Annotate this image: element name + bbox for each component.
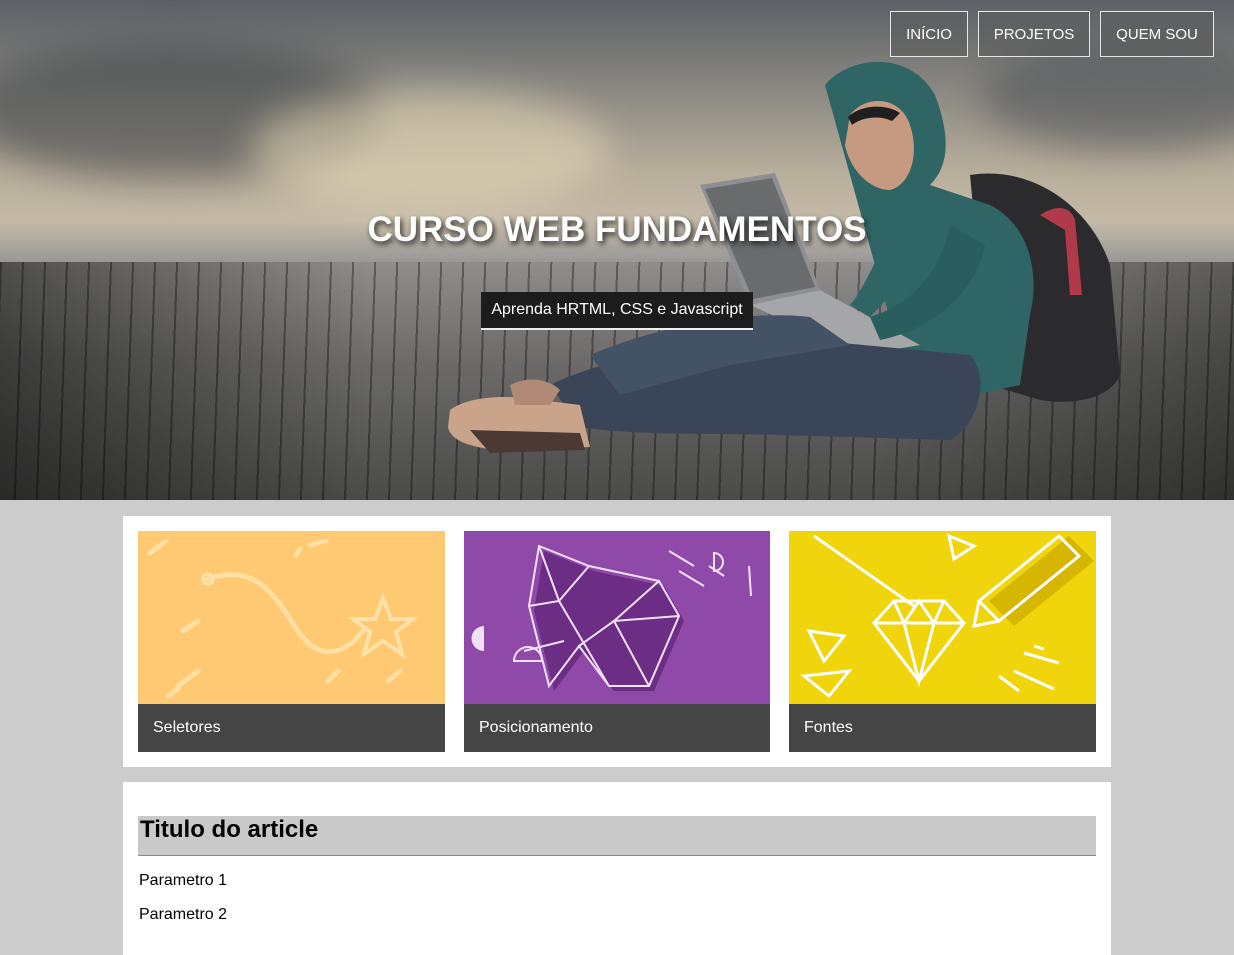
card-seletores[interactable]: Seletores [138, 531, 445, 752]
diamond-pencil-icon [800, 533, 1094, 699]
hero-banner: INÍCIO PROJETOS QUEM SOU CURSO WEB FUNDA… [0, 0, 1234, 500]
card-fontes-image [789, 531, 1096, 704]
hero-subtitle: Aprenda HRTML, CSS e Javascript [481, 292, 753, 330]
hero-title: CURSO WEB FUNDAMENTOS [367, 210, 867, 249]
card-seletores-image [138, 531, 445, 704]
nav-projetos-button[interactable]: PROJETOS [978, 11, 1090, 57]
article-param-2: Parametro 2 [139, 906, 228, 923]
article-section: Titulo do article Parametro 1 Parametro … [123, 782, 1111, 955]
nav-quem-sou-button[interactable]: QUEM SOU [1100, 11, 1214, 57]
card-posicionamento-label: Posicionamento [464, 704, 770, 752]
card-fontes-label: Fontes [789, 704, 1096, 752]
card-seletores-label: Seletores [138, 704, 445, 752]
article-title: Titulo do article [138, 816, 1096, 856]
article-param-1: Parametro 1 [139, 872, 228, 889]
card-posicionamento-image [464, 531, 770, 704]
student-with-laptop-illustration [448, 61, 1120, 453]
nav-inicio-button[interactable]: INÍCIO [890, 11, 968, 57]
card-posicionamento[interactable]: Posicionamento [464, 531, 770, 752]
star-curve-icon [147, 538, 419, 699]
card-fontes[interactable]: Fontes [789, 531, 1096, 752]
origami-elephant-icon [471, 544, 752, 691]
main-nav: INÍCIO PROJETOS QUEM SOU [890, 11, 1214, 57]
cards-section: Seletores Posicionamento Fontes [123, 516, 1111, 767]
